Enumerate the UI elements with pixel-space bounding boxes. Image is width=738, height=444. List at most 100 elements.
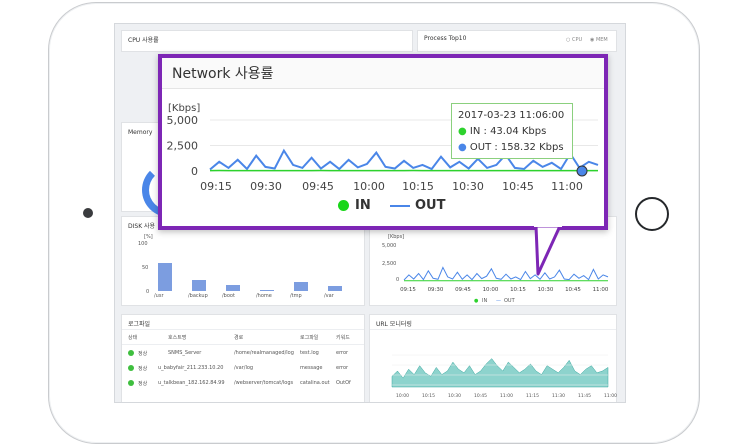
x-tick-label: 10:15 [402, 180, 434, 193]
log-file: catalina.out [300, 380, 330, 386]
home-button[interactable] [635, 197, 669, 231]
log-status: 정상 [138, 365, 147, 372]
legend-out-line[interactable] [390, 205, 410, 207]
cpu-panel-title: CPU 사용률 [128, 35, 159, 44]
url-x-tick: 10:45 [474, 394, 487, 399]
chart-tooltip: 2017-03-23 11:06:00 ● IN : 43.04 Kbps ● … [451, 103, 573, 159]
log-panel: 로그파일 상태 호스트명 경로 로그파일 키워드 정상 SNMS_Server … [121, 314, 365, 403]
log-header: 상태 [128, 334, 137, 341]
log-file: test.log [300, 350, 319, 356]
y-axis-label: [Kbps] [168, 103, 200, 114]
popup-legend-out[interactable]: OUT [415, 198, 445, 213]
disk-bar [294, 282, 308, 291]
legend-out: OUT [504, 298, 515, 304]
x-tick-label: 09:15 [200, 180, 232, 193]
popup-pointer [520, 226, 570, 278]
legend-out-line: — [496, 298, 501, 304]
disk-ytick: 100 [138, 241, 148, 247]
url-x-tick: 11:45 [578, 394, 591, 399]
x-tick-label: 09:45 [302, 180, 334, 193]
cpu-toggle[interactable]: ○ CPU [566, 37, 582, 43]
x-tick-label: 10:30 [452, 180, 484, 193]
disk-bar-label: /boot [222, 293, 235, 299]
url-x-tick: 10:00 [396, 394, 409, 399]
disk-ytick: 50 [142, 265, 148, 271]
disk-bar-label: /backup [188, 293, 208, 299]
network-popup: Network 사용률 [Kbps]5,0002,500009:1509:300… [158, 54, 608, 230]
tooltip-in: ● IN : 43.04 Kbps [458, 126, 546, 137]
cpu-toggle-label: CPU [572, 37, 582, 43]
table-row[interactable]: 정상 SNMS_Server /home/realmanaged/log tes… [122, 346, 364, 360]
log-host: SNMS_Server [168, 350, 201, 356]
log-panel-title: 로그파일 [128, 319, 150, 328]
log-path: /webserver/tomcat/logs [234, 380, 293, 386]
table-row[interactable]: 정상 u_babyfair_211.233.10.20 /var/log mes… [122, 361, 364, 375]
log-status: 정상 [138, 380, 147, 387]
front-camera [83, 208, 93, 218]
disk-bar-label: /var [324, 293, 334, 299]
small-x-tick: 10:15 [510, 287, 526, 293]
disk-bar [158, 263, 172, 291]
x-tick-label: 10:45 [502, 180, 534, 193]
disk-ytick: 0 [146, 289, 149, 295]
disk-bar-label: /home [256, 293, 272, 299]
log-header: 경로 [234, 334, 243, 341]
out-dot: ● [458, 142, 470, 153]
url-x-tick: 10:15 [422, 394, 435, 399]
tooltip-out: ● OUT : 158.32 Kbps [458, 142, 564, 153]
popup-legend-in[interactable]: IN [355, 198, 371, 213]
process-panel: Process Top10 ○ CPU ◉ MEM [417, 30, 617, 52]
y-tick-label: 5,000 [167, 114, 199, 127]
x-tick-label: 11:00 [551, 180, 583, 193]
log-keyword: error [336, 365, 348, 371]
url-x-tick: 11:30 [552, 394, 565, 399]
disk-bar [226, 285, 240, 291]
log-header: 호스트명 [168, 334, 186, 341]
tooltip-time: 2017-03-23 11:06:00 [458, 110, 564, 121]
x-tick-label: 10:00 [353, 180, 385, 193]
disk-bar-label: /usr [154, 293, 164, 299]
y-tick-label: 0 [191, 165, 198, 178]
url-panel: URL 모니터링 10:0010:1510:3010:4511:0011:151… [369, 314, 617, 403]
in-dot: ● [458, 126, 470, 137]
url-x-tick: 11:00 [500, 394, 513, 399]
legend-in-dot[interactable] [338, 200, 349, 211]
tooltip-in-text: IN : 43.04 Kbps [470, 126, 546, 137]
small-x-tick: 11:00 [593, 287, 609, 293]
tooltip-out-text: OUT : 158.32 Kbps [470, 142, 564, 153]
log-header: 로그파일 [300, 334, 318, 341]
small-series-line [404, 267, 608, 280]
log-status: 정상 [138, 350, 147, 357]
small-x-tick: 10:30 [538, 287, 554, 293]
small-x-tick: 09:30 [428, 287, 444, 293]
disk-bar [192, 280, 206, 291]
log-file: message [300, 365, 322, 371]
log-host: u_babyfair_211.233.10.20 [158, 365, 223, 371]
legend-in: IN [482, 298, 487, 304]
status-ok-icon [128, 380, 134, 386]
mem-toggle[interactable]: ◉ MEM [590, 37, 608, 43]
legend-in-dot: ● [474, 298, 478, 304]
url-x-tick: 11:00 [604, 394, 617, 399]
disk-bar-label: /tmp [290, 293, 302, 299]
disk-unit: [%] [144, 234, 153, 240]
url-x-tick: 10:30 [448, 394, 461, 399]
small-network-chart: 09:15 09:30 09:45 10:00 10:15 10:30 10:45 11:00 [370, 217, 618, 307]
table-row[interactable]: 정상 u_talkbean_182.162.84.99 /webserver/t… [122, 376, 364, 390]
memory-panel: Memory [121, 122, 161, 212]
cpu-panel: CPU 사용률 [121, 30, 413, 52]
mem-toggle-label: MEM [596, 37, 608, 43]
log-keyword: OutOf [336, 380, 351, 386]
log-path: /var/log [234, 365, 253, 371]
log-host: u_talkbean_182.162.84.99 [158, 380, 225, 386]
hover-point [577, 166, 587, 176]
small-x-tick: 09:45 [455, 287, 471, 293]
small-x-tick: 10:45 [565, 287, 581, 293]
x-tick-label: 09:30 [250, 180, 282, 193]
small-x-tick: 10:00 [483, 287, 499, 293]
small-x-tick: 09:15 [400, 287, 416, 293]
disk-panel-title: DISK 사용 [128, 221, 155, 230]
log-path: /home/realmanaged/log [234, 350, 294, 356]
log-header-row: 상태 호스트명 경로 로그파일 키워드 [122, 330, 364, 345]
disk-bar [260, 290, 274, 291]
